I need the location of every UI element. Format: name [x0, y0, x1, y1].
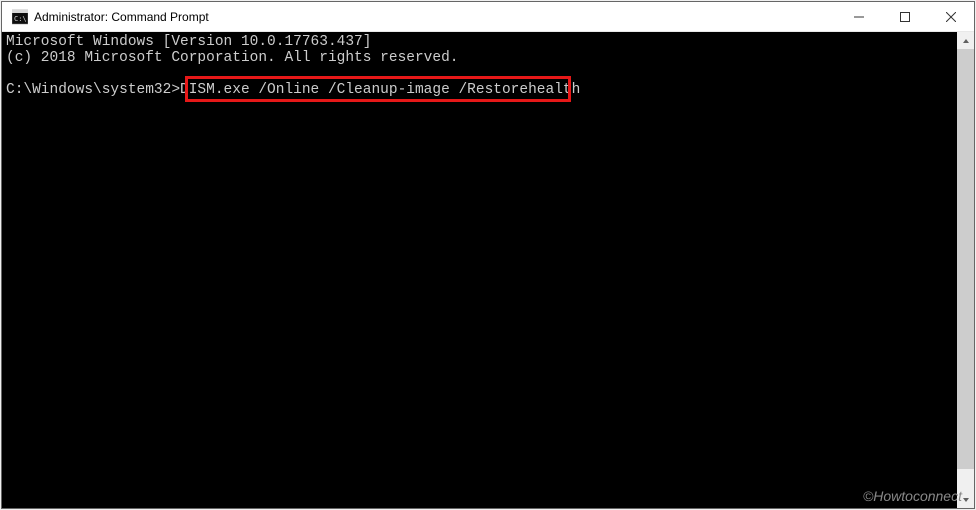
scroll-down-arrow[interactable]: [957, 491, 974, 508]
titlebar[interactable]: C:\ Administrator: Command Prompt: [2, 2, 974, 32]
version-line: Microsoft Windows [Version 10.0.17763.43…: [6, 34, 371, 50]
window-title: Administrator: Command Prompt: [34, 10, 836, 24]
scrollbar-thumb[interactable]: [957, 49, 974, 469]
command-prompt-window: C:\ Administrator: Command Prompt Micros…: [1, 1, 975, 509]
window-controls: [836, 2, 974, 31]
copyright-line: (c) 2018 Microsoft Corporation. All righ…: [6, 50, 458, 66]
console-area: Microsoft Windows [Version 10.0.17763.43…: [2, 32, 974, 508]
scroll-up-arrow[interactable]: [957, 32, 974, 49]
minimize-button[interactable]: [836, 2, 882, 31]
prompt-path: C:\Windows\system32>: [6, 82, 180, 98]
command-text: DISM.exe /Online /Cleanup-image /Restore…: [180, 82, 580, 98]
cmd-icon: C:\: [12, 9, 28, 25]
maximize-button[interactable]: [882, 2, 928, 31]
scrollbar-track[interactable]: [957, 49, 974, 491]
vertical-scrollbar[interactable]: [957, 32, 974, 508]
svg-text:C:\: C:\: [14, 15, 27, 23]
close-button[interactable]: [928, 2, 974, 31]
console-output[interactable]: Microsoft Windows [Version 10.0.17763.43…: [2, 32, 957, 508]
